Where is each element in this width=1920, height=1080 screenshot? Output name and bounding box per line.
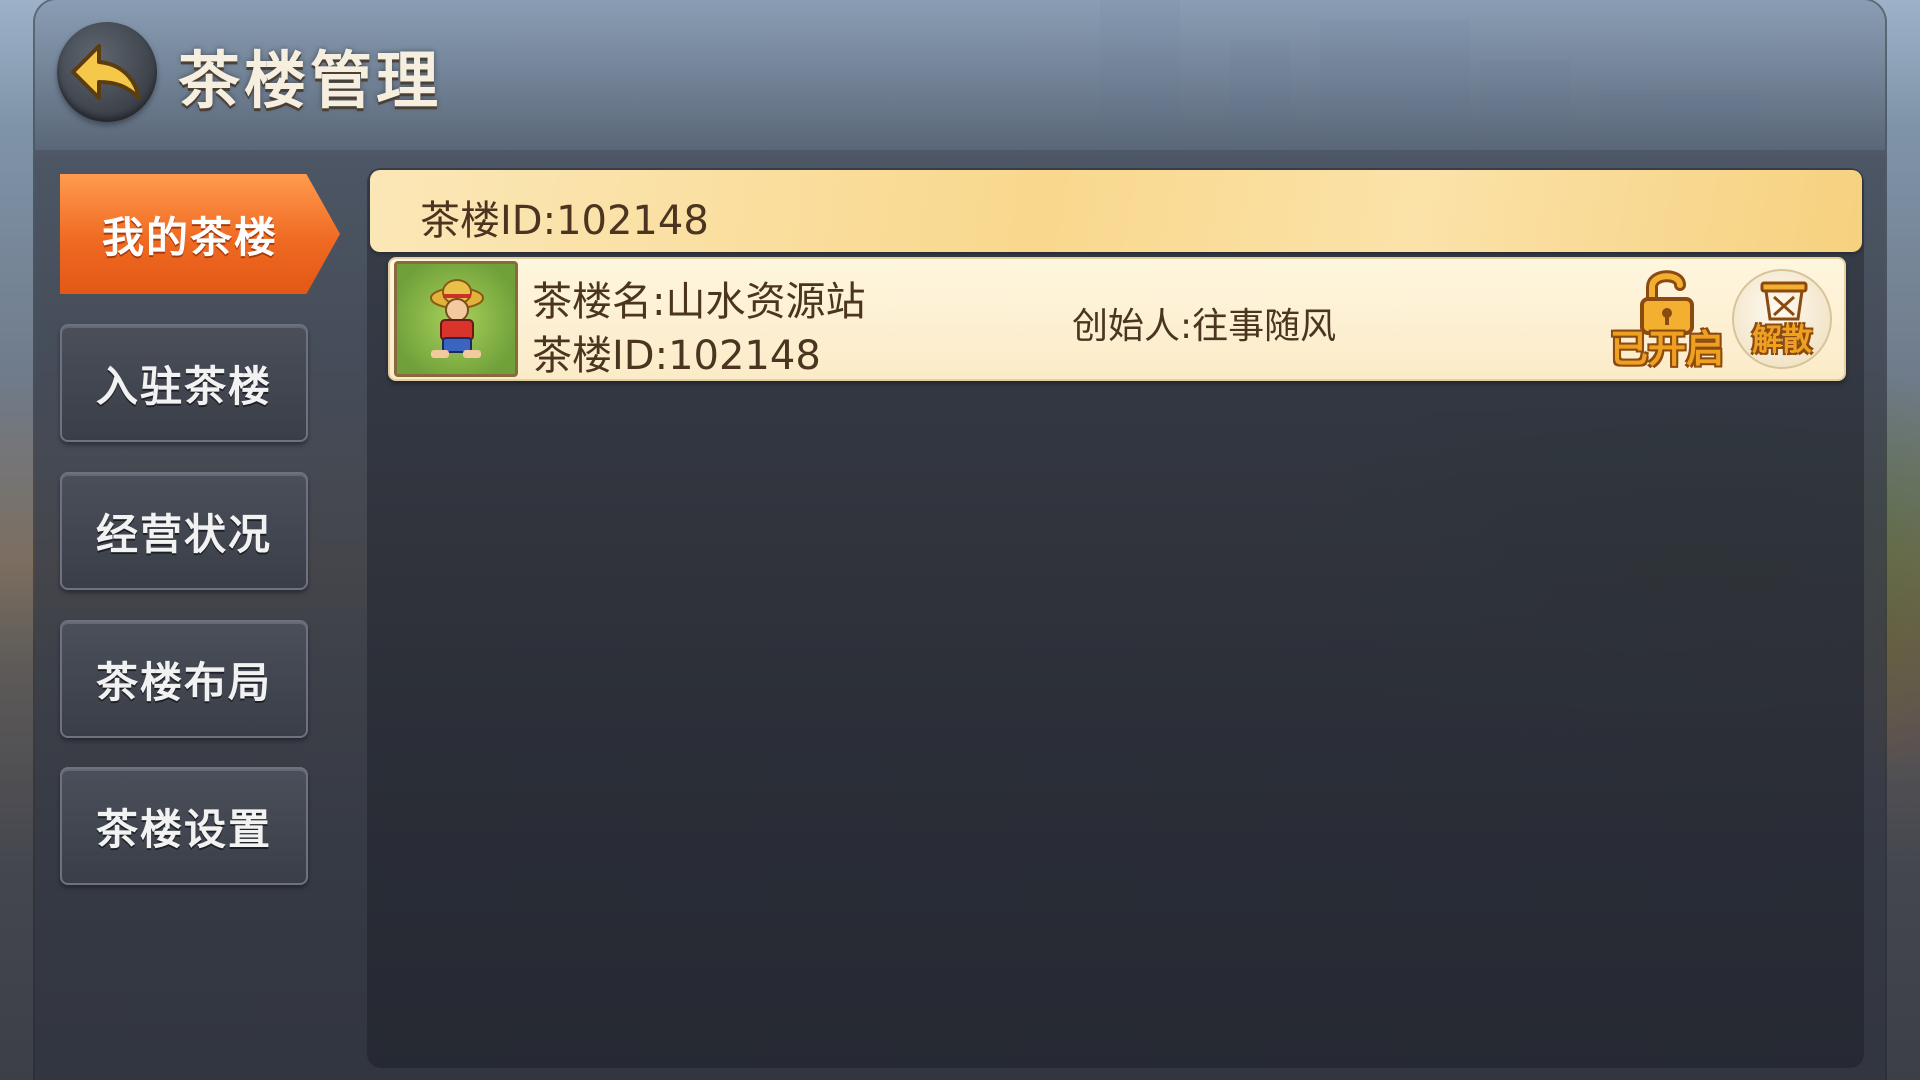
teahouse-founder: 创始人:往事随风 bbox=[1072, 306, 1337, 347]
sidebar-item-label: 我的茶楼 bbox=[101, 212, 278, 262]
sidebar-item-label: 茶楼布局 bbox=[95, 657, 272, 707]
teahouse-name: 茶楼名:山水资源站 bbox=[532, 279, 866, 325]
teahouse-id-header-text: 茶楼ID:102148 bbox=[420, 198, 709, 244]
teahouse-avatar bbox=[394, 261, 518, 377]
sidebar-item-label: 经营状况 bbox=[95, 509, 272, 559]
back-button[interactable] bbox=[57, 22, 157, 122]
sidebar-item-teahouse-settings[interactable]: 茶楼设置 bbox=[60, 767, 308, 885]
teahouse-id-header: 茶楼ID:102148 bbox=[370, 170, 1862, 252]
sidebar-item-teahouse-layout[interactable]: 茶楼布局 bbox=[60, 620, 308, 738]
teahouse-id: 茶楼ID:102148 bbox=[532, 333, 821, 379]
sidebar-item-label: 茶楼设置 bbox=[95, 804, 272, 854]
disband-button[interactable]: 解散 bbox=[1732, 269, 1832, 369]
disband-label: 解散 bbox=[1752, 323, 1812, 358]
back-arrow-icon bbox=[71, 44, 141, 100]
sidebar-item-my-teahouse[interactable]: 我的茶楼 bbox=[60, 174, 340, 294]
opened-status-button[interactable]: 已开启 bbox=[1606, 267, 1728, 375]
character-icon bbox=[430, 279, 484, 358]
opened-status-label: 已开启 bbox=[1609, 327, 1724, 371]
sidebar-item-label: 入驻茶楼 bbox=[95, 361, 272, 411]
page-title: 茶楼管理 bbox=[178, 44, 443, 117]
sidebar-item-join-teahouse[interactable]: 入驻茶楼 bbox=[60, 324, 308, 442]
sidebar-item-business-status[interactable]: 经营状况 bbox=[60, 472, 308, 590]
teahouse-list-item[interactable]: 茶楼名:山水资源站 茶楼ID:102148 创始人:往事随风 已开启 解散 bbox=[388, 257, 1846, 381]
